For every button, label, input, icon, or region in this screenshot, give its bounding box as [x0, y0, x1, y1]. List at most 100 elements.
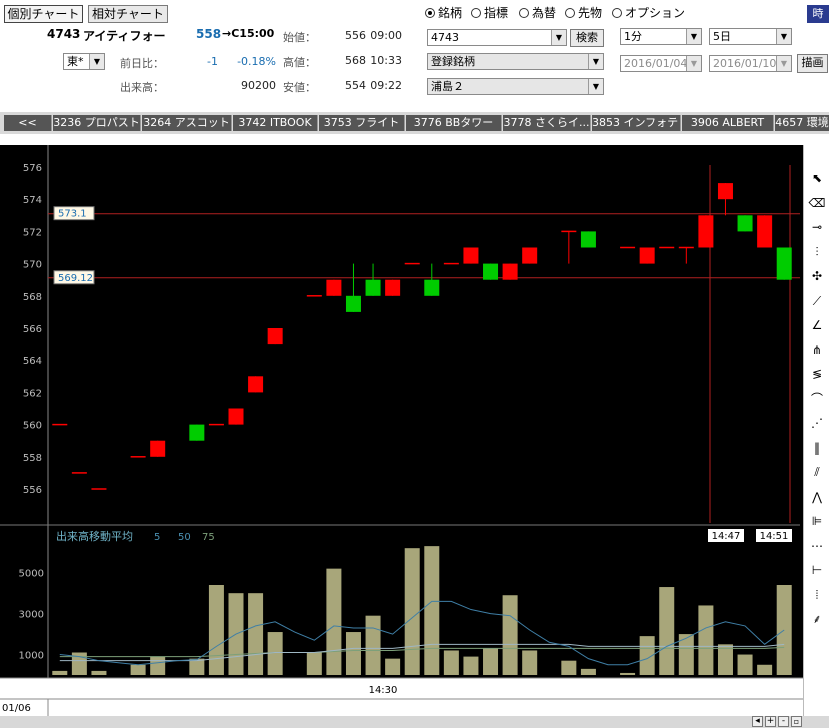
- volume-tick-label: 3000: [19, 610, 44, 621]
- tab-scroll-left[interactable]: <<: [4, 115, 52, 131]
- timeframe-corner-button[interactable]: 時: [807, 5, 829, 23]
- volume-bar: [326, 568, 342, 675]
- open-time: 09:00: [370, 29, 402, 42]
- grid-icon[interactable]: ⦙: [808, 586, 826, 604]
- speed-line-icon[interactable]: ⋰: [808, 414, 826, 432]
- cursor-icon[interactable]: ⬉: [808, 169, 826, 187]
- candle-body: [150, 440, 166, 457]
- eraser-icon[interactable]: ⌫: [808, 194, 826, 212]
- angle-line-icon[interactable]: ∠: [808, 316, 826, 334]
- candle-body: [737, 215, 753, 232]
- crosshair-time-label: 14:51: [760, 531, 789, 542]
- date-to-value: 2016/01/10: [713, 57, 777, 70]
- price-volume-chart[interactable]: 556 558 560 562 564 566 568 570 572 574 576 573.1 56…: [0, 145, 803, 718]
- volume-value: 90200: [241, 79, 276, 92]
- tab-4657[interactable]: 4657 環境: [775, 115, 829, 131]
- gann-icon[interactable]: ⋀: [808, 488, 826, 506]
- tab-3264[interactable]: 3264 アスコット: [142, 115, 232, 131]
- bottom-scrollbar[interactable]: ◂ + - ▫: [0, 716, 829, 728]
- low-time: 09:22: [370, 79, 402, 92]
- range-icon[interactable]: ⊢: [808, 561, 826, 579]
- time-axis-background: [0, 678, 803, 718]
- change-percent: -0.18%: [237, 55, 276, 68]
- watchlist-select[interactable]: 登録銘柄 ▼: [427, 53, 604, 70]
- tab-3753[interactable]: 3753 フライト: [319, 115, 405, 131]
- group-value: 浦島２: [431, 80, 464, 93]
- zoom-in-icon[interactable]: +: [765, 716, 776, 727]
- market-value: 東*: [67, 55, 84, 68]
- fibonacci-time-icon[interactable]: ‖: [808, 439, 826, 457]
- candle-body: [717, 183, 733, 200]
- chevron-down-icon: ▼: [776, 29, 791, 44]
- radio-futures[interactable]: 先物: [565, 4, 602, 21]
- low-label: 安値：: [283, 81, 316, 94]
- radio-selected-icon: [425, 8, 435, 18]
- group-select[interactable]: 浦島２ ▼: [427, 78, 604, 95]
- search-button[interactable]: 検索: [570, 29, 604, 47]
- current-price: 558: [196, 27, 222, 41]
- volume-bar: [248, 593, 264, 675]
- radio-index[interactable]: 指標: [471, 4, 508, 21]
- tab-3236[interactable]: 3236 プロパスト: [53, 115, 141, 131]
- price-tick-label: 574: [23, 195, 42, 206]
- fibonacci-icon[interactable]: ≶: [808, 365, 826, 383]
- candle-body: [580, 231, 596, 248]
- period-select[interactable]: 5日 ▼: [709, 28, 792, 45]
- radio-futures-label: 先物: [578, 6, 603, 20]
- reference-label: 569.12: [58, 273, 93, 284]
- price-time: →C15:00: [222, 27, 275, 40]
- tab-3906[interactable]: 3906 ALBERT: [682, 115, 774, 131]
- cross-line-icon[interactable]: ✣: [808, 267, 826, 285]
- change-label: 前日比：: [120, 57, 164, 70]
- radio-stock[interactable]: 銘柄: [425, 4, 462, 21]
- date-from-select[interactable]: 2016/01/04 ▼: [620, 55, 702, 72]
- draw-button[interactable]: 描画: [797, 54, 828, 73]
- volume-ma-period: 5: [154, 532, 160, 543]
- candle-body: [483, 263, 499, 280]
- volume-bar: [620, 672, 636, 675]
- tab-3776[interactable]: 3776 BBタワー: [406, 115, 502, 131]
- volume-bar: [561, 660, 577, 675]
- tab-3742[interactable]: 3742 ITBOOK: [233, 115, 318, 131]
- open-label: 始値：: [283, 31, 316, 44]
- radio-fx-label: 為替: [532, 6, 557, 20]
- individual-chart-button[interactable]: 個別チャート: [4, 5, 83, 23]
- high-label: 高値：: [283, 56, 316, 69]
- fan-icon[interactable]: ⋔: [808, 341, 826, 359]
- channel-icon[interactable]: ⫽: [808, 463, 826, 481]
- radio-index-label: 指標: [484, 6, 509, 20]
- chevron-down-icon: ▼: [551, 30, 566, 45]
- horizontal-line-icon[interactable]: ⊸: [808, 218, 826, 236]
- time-tick-label: 14:30: [369, 685, 398, 696]
- relative-chart-button[interactable]: 相対チャート: [88, 5, 168, 23]
- volume-bar: [659, 587, 675, 675]
- arc-icon[interactable]: ⌒: [808, 390, 826, 408]
- price-tick-label: 568: [23, 292, 42, 303]
- scroll-left-icon[interactable]: ◂: [752, 716, 763, 727]
- tab-3778[interactable]: 3778 さくらイ...: [503, 115, 591, 131]
- stock-code: 4743: [47, 27, 81, 41]
- volume-bar: [483, 648, 499, 675]
- high-time: 10:33: [370, 54, 402, 67]
- candle-body: [698, 215, 714, 248]
- zoom-out-icon[interactable]: -: [778, 716, 789, 727]
- tri-line-icon[interactable]: ⋯: [808, 537, 826, 555]
- symbol-combo[interactable]: 4743 ▼: [427, 29, 567, 46]
- radio-options[interactable]: オプション: [612, 4, 685, 21]
- candle-body: [385, 279, 401, 296]
- interval-select[interactable]: 1分 ▼: [620, 28, 702, 45]
- stock-name: アイティフォー: [83, 29, 166, 43]
- high-value: 568: [345, 54, 366, 67]
- tab-3853[interactable]: 3853 インフォテリ: [592, 115, 681, 131]
- date-to-select[interactable]: 2016/01/10 ▼: [709, 55, 792, 72]
- reference-label: 573.1: [58, 209, 87, 220]
- trend-line-icon[interactable]: ⟋: [808, 292, 826, 310]
- vertical-line-icon[interactable]: ⫶: [808, 243, 826, 261]
- window-icon[interactable]: ▫: [791, 716, 802, 727]
- radio-fx[interactable]: 為替: [519, 4, 556, 21]
- pattern-icon[interactable]: ⸙: [808, 610, 826, 628]
- market-select[interactable]: 東* ▼: [63, 53, 105, 70]
- candle-body: [639, 247, 655, 264]
- symbol-input[interactable]: 4743: [431, 31, 459, 44]
- parallel-line-icon[interactable]: ⊫: [808, 512, 826, 530]
